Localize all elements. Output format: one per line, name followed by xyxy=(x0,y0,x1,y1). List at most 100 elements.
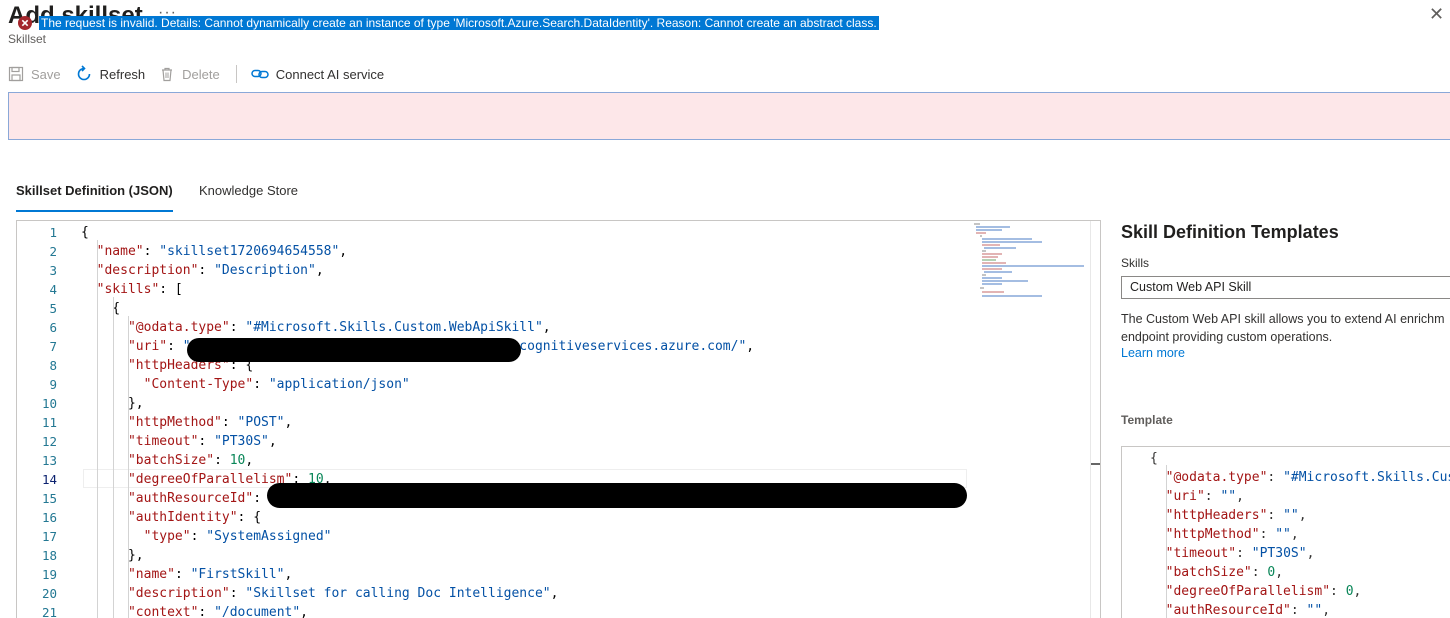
code-token: "Content-Type" xyxy=(143,377,254,392)
code-token: : { xyxy=(237,510,262,525)
code-token: : xyxy=(174,567,191,582)
tab-skillset-definition[interactable]: Skillset Definition (JSON) xyxy=(16,183,173,212)
close-button[interactable]: ✕ xyxy=(1429,4,1444,25)
line-number: 3 xyxy=(49,263,57,278)
template-code-viewer[interactable]: { "@odata.type": "#Microsoft.Skills.Cus … xyxy=(1121,446,1450,618)
code-token: : xyxy=(198,263,215,278)
code-token: : xyxy=(1330,584,1346,599)
code-token: "authResourceId" xyxy=(1165,603,1291,618)
code-token: , xyxy=(1306,546,1315,561)
code-text: { xyxy=(81,223,89,242)
trash-icon xyxy=(162,67,173,82)
code-token: "PT30S" xyxy=(1251,546,1307,561)
code-token: , xyxy=(542,320,551,335)
code-text: "description": "Skillset for calling Doc… xyxy=(81,584,558,603)
delete-button[interactable]: Delete xyxy=(159,66,220,82)
code-token: "skills" xyxy=(96,282,160,297)
line-number: 4 xyxy=(49,282,57,297)
code-token: , xyxy=(550,586,559,601)
toolbar-divider xyxy=(235,65,237,83)
editor-scrollbar[interactable] xyxy=(1090,221,1100,618)
link-icon xyxy=(251,69,269,79)
code-text: "name": "skillset1720694654558", xyxy=(81,242,347,261)
template-code-line: "timeout": "PT30S", xyxy=(1150,544,1315,563)
template-code-line: "batchSize": 0, xyxy=(1150,563,1283,582)
save-button[interactable]: Save xyxy=(8,66,61,82)
code-token: : xyxy=(214,453,230,468)
code-token: "/document" xyxy=(214,605,301,618)
tab-knowledge-store[interactable]: Knowledge Store xyxy=(199,183,298,205)
learn-more-link[interactable]: Learn more xyxy=(1121,346,1185,360)
code-token: 10 xyxy=(229,453,246,468)
code-token: : xyxy=(198,434,215,449)
code-token: "name" xyxy=(127,567,175,582)
code-token: : xyxy=(1290,603,1307,618)
code-token: "context" xyxy=(127,605,199,618)
code-text: "authIdentity": { xyxy=(81,508,261,527)
json-editor[interactable]: 1 {2 "name": "skillset1720694654558", 3 "d… xyxy=(16,220,1101,618)
skill-template-dropdown[interactable]: Custom Web API Skill xyxy=(1121,276,1450,299)
code-token: "PT30S" xyxy=(214,434,269,449)
delete-label: Delete xyxy=(182,66,220,82)
error-banner xyxy=(8,92,1450,140)
code-text: "type": "SystemAssigned" xyxy=(81,527,332,546)
line-number: 5 xyxy=(49,301,57,316)
line-number: 21 xyxy=(41,605,57,618)
code-token: "description" xyxy=(96,263,199,278)
code-token: , xyxy=(284,567,293,582)
code-token: "uri" xyxy=(1165,489,1205,504)
code-text: "batchSize": 10, xyxy=(81,451,253,470)
code-text: { xyxy=(81,299,120,318)
line-number: 18 xyxy=(41,548,57,563)
page-subtitle: Skillset xyxy=(8,32,47,46)
code-token: : xyxy=(1259,527,1276,542)
indent-guide xyxy=(97,240,98,618)
code-token: "SystemAssigned" xyxy=(206,529,332,544)
save-icon xyxy=(8,66,24,82)
code-token: : xyxy=(253,377,269,392)
code-token: : [ xyxy=(159,282,183,297)
code-token: , xyxy=(746,339,755,354)
code-token: : xyxy=(1236,546,1252,561)
line-number: 17 xyxy=(41,529,57,544)
code-token: , xyxy=(1298,508,1307,523)
skill-description-line: endpoint providing custom operations. xyxy=(1121,330,1333,344)
line-number: 1 xyxy=(49,225,57,240)
code-token: : xyxy=(229,320,246,335)
refresh-button[interactable]: Refresh xyxy=(75,65,146,83)
code-token: : xyxy=(1204,489,1221,504)
connect-ai-service-button[interactable]: Connect AI service xyxy=(251,67,384,82)
line-number: 13 xyxy=(41,453,57,468)
refresh-label: Refresh xyxy=(99,66,146,82)
code-token: "Description" xyxy=(214,263,316,278)
code-token: "@odata.type" xyxy=(1165,470,1268,485)
template-code-line: "degreeOfParallelism": 0, xyxy=(1150,582,1362,601)
template-label: Template xyxy=(1121,413,1173,427)
code-token: "name" xyxy=(96,244,144,259)
code-token: : xyxy=(198,605,215,618)
skills-label: Skills xyxy=(1121,256,1150,270)
code-token: { xyxy=(1150,451,1158,466)
code-token: , xyxy=(284,415,293,430)
code-token: "httpHeaders" xyxy=(1165,508,1268,523)
code-token: , xyxy=(300,605,308,618)
code-token: { xyxy=(81,301,121,316)
template-code-line: "authResourceId": "", xyxy=(1150,601,1330,618)
line-number: 8 xyxy=(49,358,57,373)
code-token: "#Microsoft.Skills.Cus xyxy=(1283,470,1450,485)
code-token: "uri" xyxy=(127,339,168,354)
code-minimap[interactable] xyxy=(972,221,1090,301)
